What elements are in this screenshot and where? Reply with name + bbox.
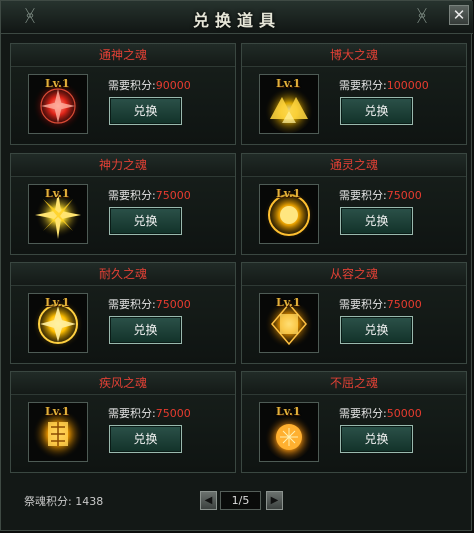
prev-page-icon: ◀: [204, 495, 213, 506]
level-badge: Lv.1: [276, 296, 301, 309]
points-value: 1438: [75, 495, 104, 508]
cost-label: 需要积分:: [108, 407, 156, 420]
soul-icon[interactable]: Lv.1: [259, 293, 319, 353]
exchange-button[interactable]: 兑换: [340, 316, 413, 344]
item-card: 不屈之魂 Lv.1 需要积分:50000 兑换: [241, 371, 467, 473]
exchange-window: ᚸ 兑换道具 ᚸ ✕ 通神之魂 Lv.1 需要积分:90000 兑换 博大之魂: [0, 0, 473, 531]
cost-text: 需要积分:75000: [108, 187, 191, 203]
level-badge: Lv.1: [276, 187, 301, 200]
cost-text: 需要积分:75000: [108, 405, 191, 421]
item-name: 从容之魂: [242, 263, 466, 286]
level-badge: Lv.1: [45, 405, 70, 418]
item-card: 神力之魂 Lv.1 需要积分:75000 兑换: [10, 153, 236, 255]
cost-text: 需要积分:90000: [108, 77, 191, 93]
item-name: 耐久之魂: [11, 263, 235, 286]
exchange-button[interactable]: 兑换: [109, 97, 182, 125]
exchange-button[interactable]: 兑换: [340, 207, 413, 235]
cost-label: 需要积分:: [339, 79, 387, 92]
cost-label: 需要积分:: [339, 407, 387, 420]
item-card: 疾风之魂 Lv.1 需要积分:75000 兑换: [10, 371, 236, 473]
cost-value: 90000: [155, 79, 191, 92]
exchange-button[interactable]: 兑换: [109, 316, 182, 344]
soul-icon[interactable]: Lv.1: [259, 184, 319, 244]
cost-label: 需要积分:: [108, 189, 156, 202]
level-badge: Lv.1: [276, 77, 301, 90]
window-title: 兑换道具: [192, 11, 281, 30]
soul-icon[interactable]: Lv.1: [28, 402, 88, 462]
exchange-button[interactable]: 兑换: [340, 425, 413, 453]
cost-text: 需要积分:75000: [339, 296, 422, 312]
close-button[interactable]: ✕: [449, 5, 469, 25]
cost-value: 50000: [386, 407, 422, 420]
next-page-icon: ▶: [270, 495, 279, 506]
cost-label: 需要积分:: [108, 298, 156, 311]
page-indicator: 1/5: [220, 491, 261, 510]
soul-icon[interactable]: Lv.1: [28, 74, 88, 134]
level-badge: Lv.1: [276, 405, 301, 418]
prev-page-button[interactable]: ◀: [200, 491, 217, 510]
next-page-button[interactable]: ▶: [266, 491, 283, 510]
soul-icon[interactable]: Lv.1: [28, 293, 88, 353]
item-name: 神力之魂: [11, 154, 235, 177]
title-bar: ᚸ 兑换道具 ᚸ ✕: [1, 1, 473, 34]
cost-value: 75000: [155, 407, 191, 420]
cost-value: 75000: [386, 189, 422, 202]
item-name: 疾风之魂: [11, 372, 235, 395]
level-badge: Lv.1: [45, 187, 70, 200]
item-name: 不屈之魂: [242, 372, 466, 395]
item-card: 通灵之魂 Lv.1 需要积分:75000 兑换: [241, 153, 467, 255]
cost-value: 75000: [155, 189, 191, 202]
cost-text: 需要积分:100000: [339, 77, 429, 93]
close-icon: ✕: [452, 6, 466, 24]
soul-icon[interactable]: Lv.1: [259, 74, 319, 134]
item-card: 耐久之魂 Lv.1 需要积分:75000 兑换: [10, 262, 236, 364]
item-card: 博大之魂 Lv.1 需要积分:100000 兑换: [241, 43, 467, 145]
item-card: 通神之魂 Lv.1 需要积分:90000 兑换: [10, 43, 236, 145]
ornament-icon: ᚸ: [416, 6, 428, 26]
exchange-button[interactable]: 兑换: [340, 97, 413, 125]
item-name: 博大之魂: [242, 44, 466, 67]
item-card: 从容之魂 Lv.1 需要积分:75000 兑换: [241, 262, 467, 364]
cost-value: 100000: [386, 79, 429, 92]
level-badge: Lv.1: [45, 296, 70, 309]
level-badge: Lv.1: [45, 77, 70, 90]
cost-value: 75000: [155, 298, 191, 311]
soul-points: 祭魂积分: 1438: [24, 493, 103, 509]
points-label: 祭魂积分:: [24, 495, 72, 508]
exchange-button[interactable]: 兑换: [109, 425, 182, 453]
cost-text: 需要积分:75000: [339, 187, 422, 203]
cost-text: 需要积分:75000: [108, 296, 191, 312]
soul-icon[interactable]: Lv.1: [28, 184, 88, 244]
exchange-button[interactable]: 兑换: [109, 207, 182, 235]
cost-label: 需要积分:: [339, 298, 387, 311]
soul-icon[interactable]: Lv.1: [259, 402, 319, 462]
cost-label: 需要积分:: [339, 189, 387, 202]
item-name: 通神之魂: [11, 44, 235, 67]
cost-value: 75000: [386, 298, 422, 311]
cost-text: 需要积分:50000: [339, 405, 422, 421]
cost-label: 需要积分:: [108, 79, 156, 92]
item-name: 通灵之魂: [242, 154, 466, 177]
